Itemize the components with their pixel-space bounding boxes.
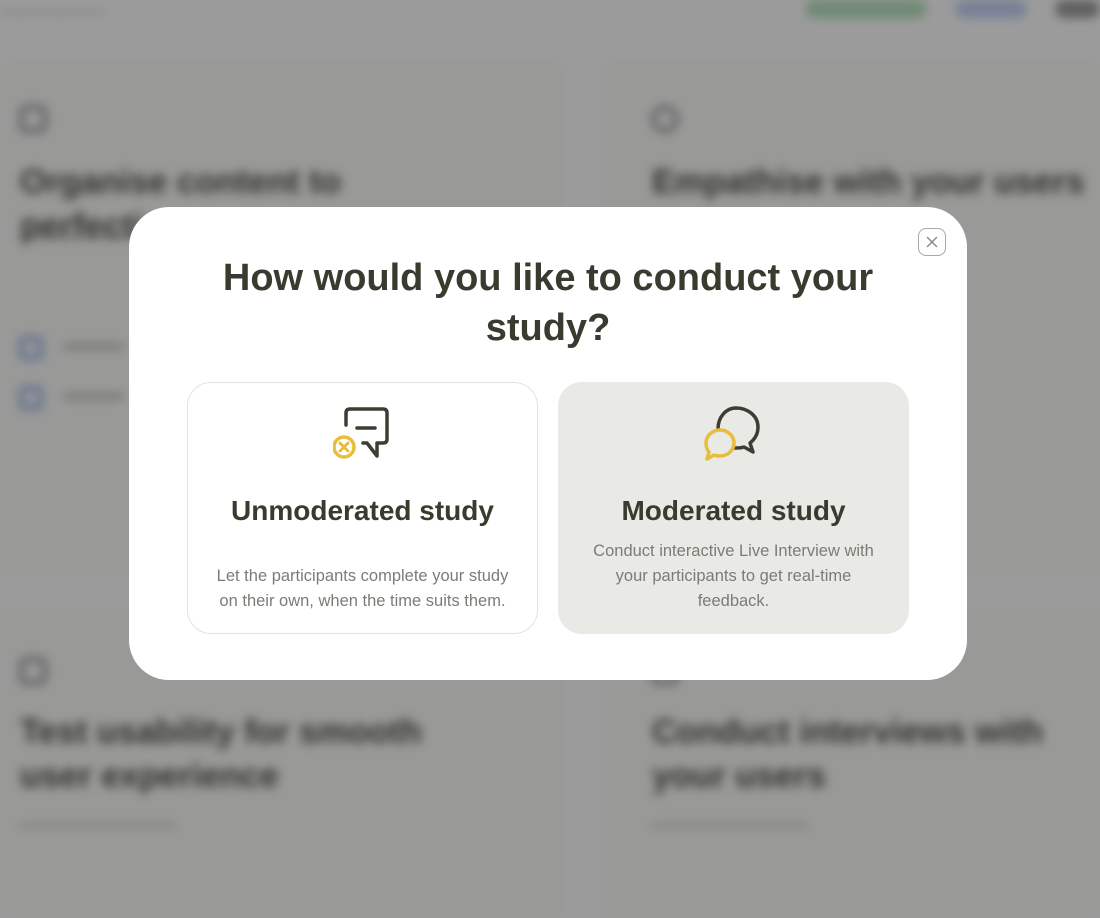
conversation-bubbles-icon bbox=[704, 406, 760, 461]
close-icon bbox=[926, 236, 938, 248]
unmoderated-study-option[interactable]: Unmoderated study Let the participants c… bbox=[187, 382, 538, 634]
modal-title: How would you like to conduct your study… bbox=[222, 257, 874, 349]
study-type-modal: How would you like to conduct your study… bbox=[129, 207, 967, 680]
option-title: Unmoderated study bbox=[231, 495, 494, 526]
chat-bubble-dismiss-icon bbox=[333, 407, 389, 459]
close-button[interactable] bbox=[918, 228, 946, 256]
option-title: Moderated study bbox=[621, 495, 846, 526]
option-description: Let the participants complete your study… bbox=[216, 567, 509, 610]
moderated-study-option[interactable]: Moderated study Conduct interactive Live… bbox=[558, 382, 909, 634]
option-description: Conduct interactive Live Interview with … bbox=[593, 542, 874, 610]
